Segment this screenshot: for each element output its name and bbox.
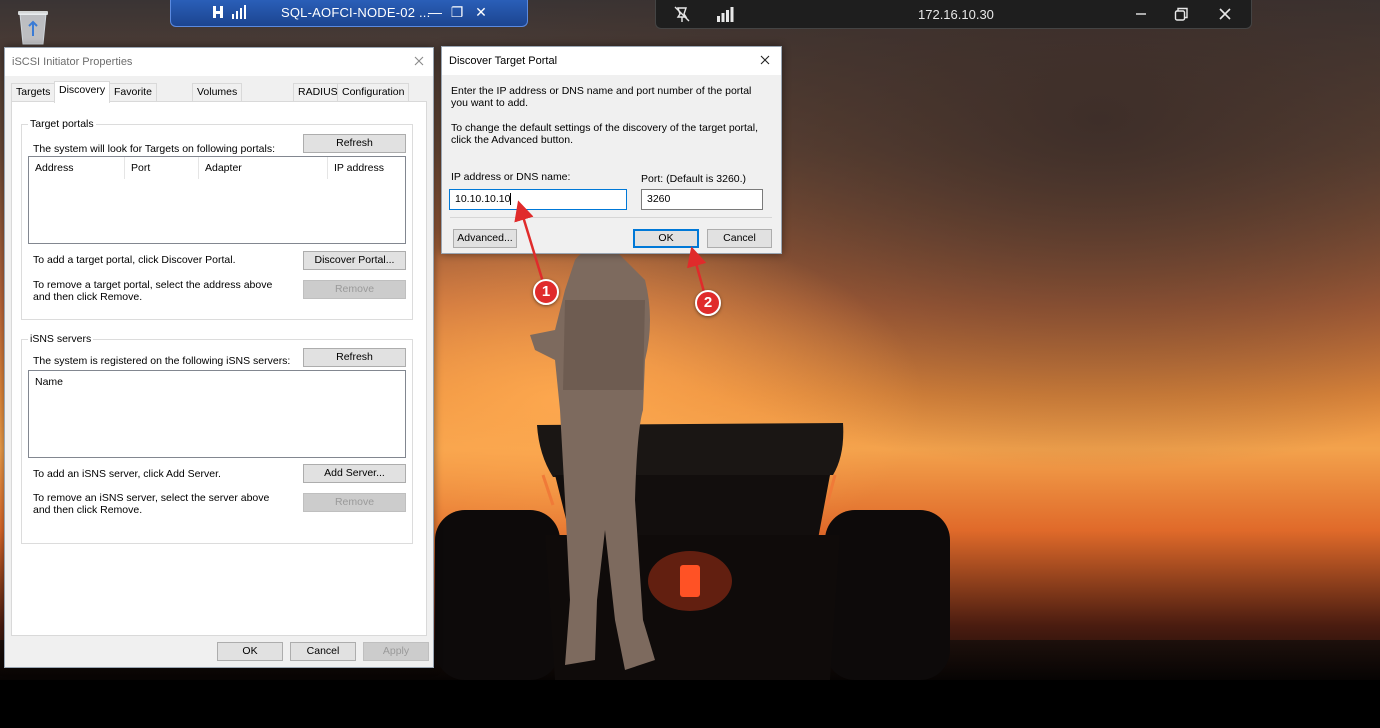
isns-refresh-button[interactable]: Refresh — [303, 348, 406, 367]
apply-button[interactable]: Apply — [363, 642, 429, 661]
port-label: Port: (Default is 3260.) — [641, 173, 747, 185]
add-isns-hint: To add an iSNS server, click Add Server. — [33, 468, 221, 480]
add-portal-hint: To add a target portal, click Discover P… — [33, 254, 236, 266]
ok-button[interactable]: OK — [217, 642, 283, 661]
target-portals-list[interactable]: Address Port Adapter IP address — [28, 156, 406, 244]
port-input[interactable]: 3260 — [641, 189, 763, 210]
discover-dialog-title: Discover Target Portal — [449, 55, 558, 67]
restore-icon[interactable] — [1172, 5, 1190, 23]
ip-address-value: 10.10.10.10 — [455, 193, 511, 205]
dialog-separator — [450, 217, 772, 218]
rdp-session-title: SQL-AOFCI-NODE-02 ... — [281, 5, 431, 20]
rdp-close-button[interactable]: ✕ — [473, 3, 489, 21]
discover-portal-button[interactable]: Discover Portal... — [303, 251, 406, 270]
column-header-port[interactable]: Port — [125, 157, 199, 179]
target-portals-legend: Target portals — [28, 118, 96, 130]
tab-favorite-targets[interactable]: Favorite Targets — [109, 83, 157, 115]
remote-connection-bar[interactable]: 172.16.10.30 — [655, 0, 1252, 29]
isns-description: The system is registered on the followin… — [33, 355, 291, 367]
step-badge-1: 1 — [533, 279, 559, 305]
discover-advanced-hint: To change the default settings of the di… — [451, 122, 759, 146]
step-badge-2: 2 — [695, 290, 721, 316]
remove-isns-hint: To remove an iSNS server, select the ser… — [33, 492, 270, 516]
target-portals-description: The system will look for Targets on foll… — [33, 143, 275, 155]
discovery-tab-page: Target portals The system will look for … — [11, 101, 427, 636]
racecar-silhouette — [435, 423, 950, 680]
tab-discovery[interactable]: Discovery — [54, 81, 111, 103]
add-server-button[interactable]: Add Server... — [303, 464, 406, 483]
remove-portal-button[interactable]: Remove — [303, 280, 406, 299]
close-icon[interactable] — [411, 53, 427, 69]
cancel-button[interactable]: Cancel — [290, 642, 356, 661]
column-header-adapter[interactable]: Adapter — [199, 157, 328, 179]
driver-silhouette — [530, 248, 655, 670]
discover-target-portal-dialog[interactable]: Discover Target Portal Enter the IP addr… — [441, 46, 782, 254]
taskbar-area — [0, 680, 1380, 728]
discover-ok-button[interactable]: OK — [633, 229, 699, 248]
discover-titlebar[interactable]: Discover Target Portal — [442, 47, 781, 75]
remove-server-button[interactable]: Remove — [303, 493, 406, 512]
rdp-restore-button[interactable]: ❐ — [449, 3, 465, 21]
port-value: 3260 — [647, 193, 671, 205]
remove-portal-hint: To remove a target portal, select the ad… — [33, 279, 273, 303]
column-header-address[interactable]: Address — [29, 157, 125, 179]
close-icon[interactable] — [1216, 5, 1234, 23]
ip-address-label: IP address or DNS name: — [451, 171, 571, 183]
iscsi-window-title: iSCSI Initiator Properties — [12, 56, 133, 68]
rdp-connection-bar[interactable]: SQL-AOFCI-NODE-02 ... — ❐ ✕ — [170, 0, 528, 27]
iscsi-titlebar[interactable]: iSCSI Initiator Properties — [5, 48, 433, 76]
target-portals-refresh-button[interactable]: Refresh — [303, 134, 406, 153]
iscsi-initiator-properties-window[interactable]: iSCSI Initiator Properties Targets Disco… — [4, 47, 434, 668]
tab-volumes-and-devices[interactable]: Volumes and Devices — [192, 83, 243, 132]
close-icon[interactable] — [757, 52, 773, 68]
ip-address-input[interactable]: 10.10.10.10 — [449, 189, 627, 210]
rdp-minimize-button[interactable]: — — [427, 3, 443, 21]
discover-intro-text: Enter the IP address or DNS name and por… — [451, 85, 752, 109]
pin-icon[interactable] — [211, 4, 225, 20]
column-header-ip-address[interactable]: IP address — [328, 157, 406, 179]
advanced-button[interactable]: Advanced... — [453, 229, 517, 248]
isns-servers-list[interactable]: Name — [28, 370, 406, 458]
target-portals-group: Target portals The system will look for … — [21, 118, 413, 320]
discover-cancel-button[interactable]: Cancel — [707, 229, 772, 248]
tab-configuration[interactable]: Configuration — [337, 83, 410, 102]
minimize-icon[interactable] — [1132, 5, 1150, 23]
text-caret — [510, 193, 512, 206]
column-header-name[interactable]: Name — [29, 371, 406, 393]
connection-signal-icon[interactable] — [231, 5, 247, 19]
recycle-bin-icon[interactable] — [14, 6, 52, 46]
unpin-icon[interactable] — [673, 5, 691, 23]
tab-targets[interactable]: Targets — [11, 83, 56, 102]
connection-quality-icon[interactable] — [716, 5, 734, 23]
isns-servers-group: iSNS servers The system is registered on… — [21, 333, 413, 544]
isns-servers-legend: iSNS servers — [28, 333, 94, 345]
tab-radius[interactable]: RADIUS — [293, 83, 343, 102]
remote-host-address: 172.16.10.30 — [918, 7, 994, 22]
